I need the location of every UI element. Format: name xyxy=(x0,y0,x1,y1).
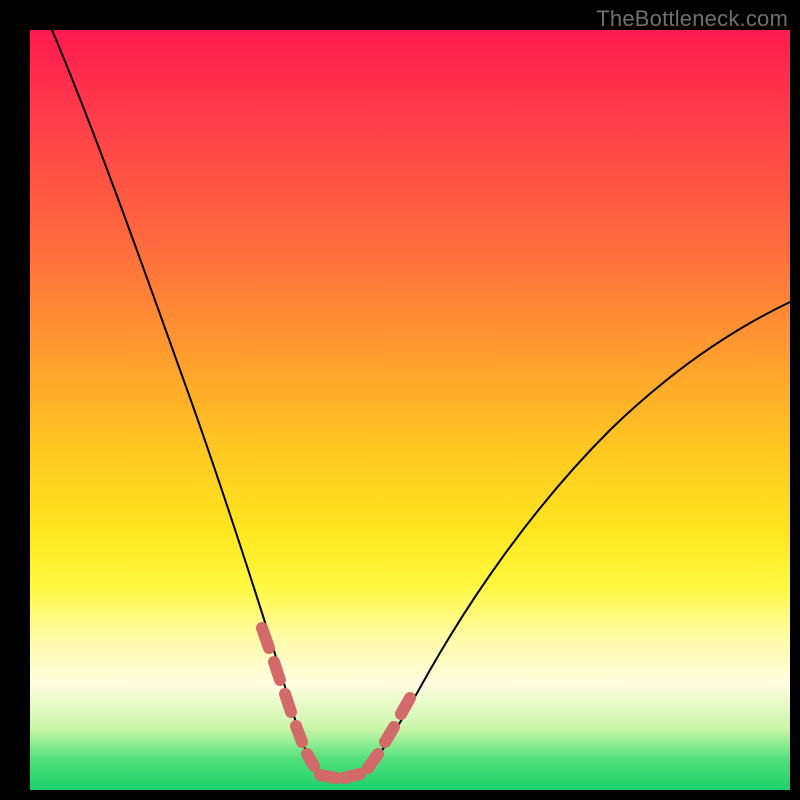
highlight-dash xyxy=(320,775,336,778)
highlight-dash xyxy=(385,727,394,742)
highlight-dash xyxy=(274,662,280,680)
bottleneck-curve xyxy=(52,30,790,780)
plot-area xyxy=(30,30,790,790)
highlight-dash xyxy=(344,774,360,778)
watermark-text: TheBottleneck.com xyxy=(596,6,788,32)
chart-frame: TheBottleneck.com xyxy=(0,0,800,800)
highlight-dash xyxy=(401,698,410,714)
chart-svg xyxy=(30,30,790,790)
highlight-dash xyxy=(307,754,314,766)
highlight-dash xyxy=(285,694,291,712)
highlight-dash xyxy=(262,628,269,648)
highlight-dash xyxy=(368,754,378,768)
highlight-dash xyxy=(296,726,302,742)
